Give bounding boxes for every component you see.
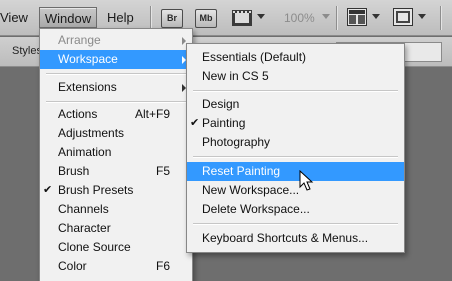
menu-item-animation[interactable]: Animation (40, 143, 192, 162)
toolbar-divider (336, 6, 337, 30)
menu-item-clone-source[interactable]: Clone Source (40, 238, 192, 257)
menu-item-label: Painting (202, 116, 246, 130)
menu-separator (46, 73, 186, 74)
checkmark-icon: ✔ (43, 184, 53, 196)
menu-separator (46, 101, 186, 102)
menu-item-shortcut: F6 (155, 259, 170, 273)
menu-item-label: Animation (58, 145, 112, 159)
menu-item-photography[interactable]: Photography (187, 133, 404, 152)
menu-item-new-in-cs5[interactable]: New in CS 5 (187, 67, 404, 86)
checkmark-icon: ✔ (190, 117, 200, 129)
menu-item-label: Photography (202, 135, 271, 149)
menu-item-color[interactable]: Color F6 (40, 257, 192, 276)
menu-item-label: New in CS 5 (202, 69, 269, 83)
menu-item-extensions[interactable]: Extensions (40, 78, 192, 97)
menu-item-workspace[interactable]: Workspace (40, 50, 192, 69)
menu-item-label: Character (58, 221, 111, 235)
menu-item-label: Color (58, 259, 87, 273)
menu-item-keyboard-shortcuts[interactable]: Keyboard Shortcuts & Menus... (187, 229, 404, 248)
menu-item-label: Adjustments (58, 126, 125, 140)
menu-separator (193, 156, 398, 157)
menu-item-shortcut: F5 (155, 164, 170, 178)
menu-item-label: Design (202, 97, 240, 111)
menu-item-new-workspace[interactable]: New Workspace... (187, 181, 404, 200)
menu-item-shortcut: Alt+F9 (134, 107, 170, 121)
menu-item-label: New Workspace... (202, 183, 300, 197)
mouse-cursor-icon (299, 170, 314, 191)
menu-item-label: Workspace (58, 52, 118, 66)
toolbar-divider (440, 6, 441, 30)
menu-item-label: Reset Painting (202, 164, 281, 178)
menu-item-label: Actions (58, 107, 98, 121)
style-label: Styles (12, 45, 42, 57)
menu-item-design[interactable]: Design (187, 95, 404, 114)
workspace-submenu: Essentials (Default) New in CS 5 Design … (186, 43, 405, 253)
menu-view[interactable]: View (0, 7, 28, 28)
screen-mode-dropdown-icon[interactable] (418, 14, 426, 19)
menu-item-reset-painting[interactable]: Reset Painting (187, 162, 404, 181)
toolbar-divider (150, 6, 151, 30)
window-menu: Arrange Workspace Extensions Actions Alt… (39, 28, 193, 281)
menu-help[interactable]: Help (107, 7, 134, 28)
menu-item-channels[interactable]: Channels (40, 200, 192, 219)
menu-item-label: Brush Presets (58, 183, 134, 197)
bridge-icon[interactable]: Br (161, 9, 183, 28)
menu-window[interactable]: Window (39, 7, 97, 28)
menu-item-label: Clone Source (58, 240, 131, 254)
menu-separator (193, 90, 398, 91)
menu-item-label: Channels (58, 202, 109, 216)
menu-item-character[interactable]: Character (40, 219, 192, 238)
menu-item-brush[interactable]: Brush F5 (40, 162, 192, 181)
zoom-dropdown-icon (322, 14, 330, 19)
menu-item-label: Keyboard Shortcuts & Menus... (202, 231, 369, 245)
menu-item-delete-workspace[interactable]: Delete Workspace... (187, 200, 404, 219)
menu-item-painting[interactable]: ✔ Painting (187, 114, 404, 133)
menu-item-label: Delete Workspace... (202, 202, 310, 216)
film-strip-dropdown-icon[interactable] (257, 14, 265, 19)
menu-item-adjustments[interactable]: Adjustments (40, 124, 192, 143)
menu-item-actions[interactable]: Actions Alt+F9 (40, 105, 192, 124)
menu-item-label: Essentials (Default) (202, 50, 307, 64)
minibridge-icon[interactable]: Mb (195, 9, 217, 28)
arrange-dropdown-icon[interactable] (372, 14, 380, 19)
menu-item-arrange[interactable]: Arrange (40, 31, 192, 50)
menu-item-label: Brush (58, 164, 90, 178)
menu-item-brush-presets[interactable]: ✔ Brush Presets (40, 181, 192, 200)
menu-item-essentials[interactable]: Essentials (Default) (187, 48, 404, 67)
menu-item-label: Arrange (58, 33, 101, 47)
film-strip-icon[interactable] (231, 8, 253, 28)
screen-mode-icon[interactable] (393, 8, 413, 27)
arrange-documents-icon[interactable] (347, 8, 367, 27)
menu-separator (193, 223, 398, 224)
zoom-level: 100% (284, 11, 315, 25)
menu-item-label: Extensions (58, 80, 117, 94)
